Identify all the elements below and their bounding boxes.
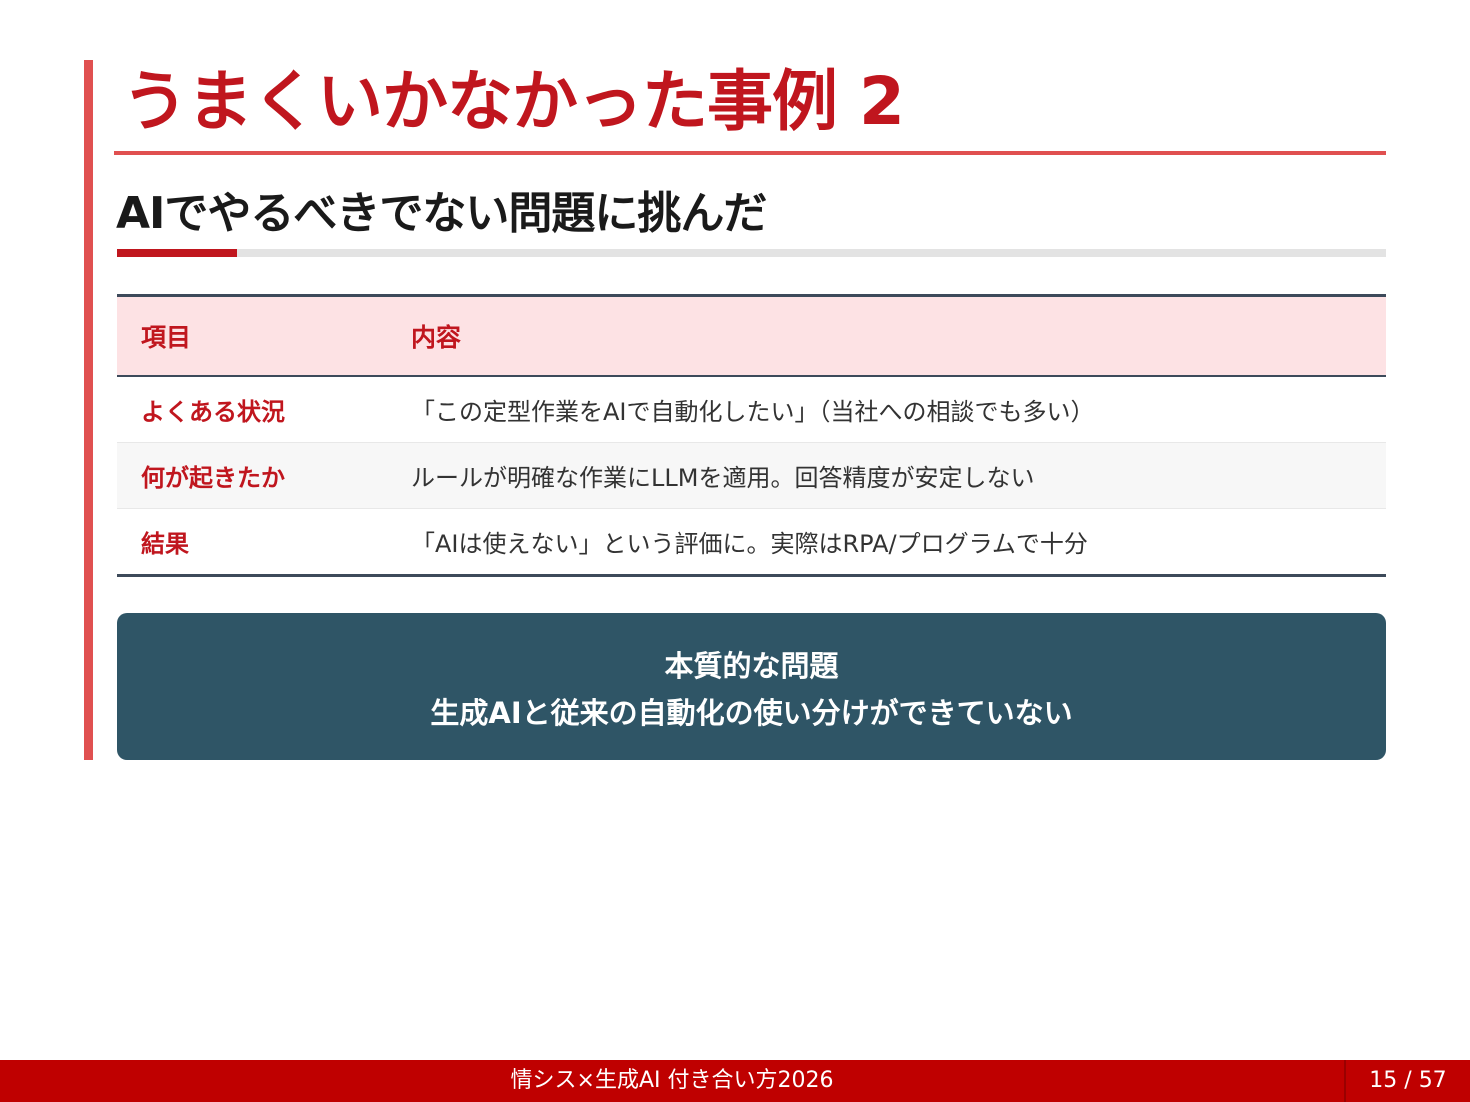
key-message-box: 本質的な問題 生成AIと従来の自動化の使い分けができていない (117, 613, 1386, 760)
callout-body: 生成AIと従来の自動化の使い分けができていない (430, 696, 1073, 730)
table-row: よくある状況 「この定型作業をAIで自動化したい」（当社への相談でも多い） (117, 376, 1386, 443)
row-value: 「AIは使えない」という評価に。実際はRPA/プログラムで十分 (411, 530, 1088, 558)
callout-heading: 本質的な問題 (664, 649, 839, 683)
header-content: 内容 (387, 295, 1386, 377)
case-table: 項目 内容 よくある状況 「この定型作業をAIで自動化したい」（当社への相談でも… (117, 294, 1386, 577)
table-row: 結果 「AIは使えない」という評価に。実際はRPA/プログラムで十分 (117, 509, 1386, 576)
footer-bar: 情シス×生成AI 付き合い方2026 15 / 57 (0, 1060, 1470, 1102)
slide-title: うまくいかなかった事例 2 (122, 63, 905, 140)
table-header-row: 項目 内容 (117, 295, 1386, 377)
left-accent-bar (84, 60, 93, 760)
slide-subtitle: AIでやるべきでない問題に挑んだ (116, 188, 767, 239)
header-item: 項目 (117, 295, 387, 377)
subtitle-underline (117, 249, 1386, 257)
subtitle-underline-accent (117, 249, 237, 257)
table-row: 何が起きたか ルールが明確な作業にLLMを適用。回答精度が安定しない (117, 442, 1386, 509)
row-label: 何が起きたか (117, 442, 387, 509)
footer-title: 情シス×生成AI 付き合い方2026 (510, 1068, 834, 1093)
page-number: 15 / 57 (1369, 1068, 1447, 1093)
row-value: ルールが明確な作業にLLMを適用。回答精度が安定しない (387, 442, 1386, 509)
row-value: 「この定型作業をAIで自動化したい」（当社への相談でも多い） (387, 376, 1386, 443)
row-label: 結果 (141, 530, 189, 558)
title-underline (114, 151, 1386, 155)
row-label: よくある状況 (117, 376, 387, 443)
